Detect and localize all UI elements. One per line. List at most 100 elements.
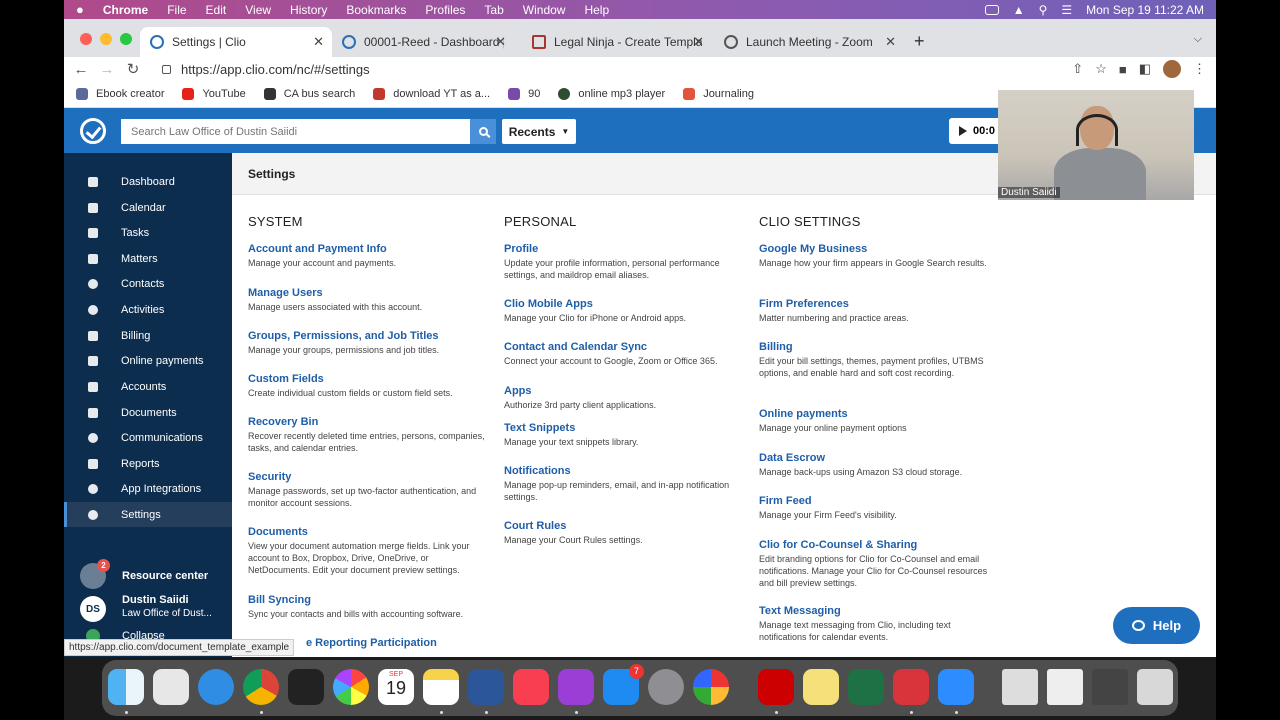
screenshot-thumbnail-icon[interactable] — [1002, 669, 1038, 705]
settings-item[interactable]: e Reporting Participation — [306, 637, 546, 650]
menu-edit[interactable]: Edit — [206, 3, 227, 17]
tab-settings-clio[interactable]: Settings | Clio ✕ — [140, 27, 332, 57]
resource-center-button[interactable]: 2 Resource center — [80, 559, 208, 589]
menu-bookmarks[interactable]: Bookmarks — [346, 3, 406, 17]
bookmark-journaling[interactable]: Journaling — [683, 88, 754, 100]
bookmark-ca-bus-search[interactable]: CA bus search — [263, 88, 355, 100]
settings-link[interactable]: Manage Users — [248, 287, 488, 300]
app-store-icon[interactable]: 7 — [603, 664, 644, 705]
menu-file[interactable]: File — [167, 3, 186, 17]
sidepanel-icon[interactable]: ◧ — [1139, 61, 1151, 77]
settings-item[interactable]: Profile Update your profile information, … — [504, 243, 744, 281]
settings-item[interactable]: Clio Mobile Apps Manage your Clio for iPh… — [504, 298, 744, 324]
menu-app-name[interactable]: Chrome — [103, 3, 148, 17]
settings-link[interactable]: Clio Mobile Apps — [504, 298, 744, 311]
settings-item[interactable]: Text Messaging Manage text messaging from… — [759, 605, 999, 643]
tab-legal-ninja[interactable]: Legal Ninja - Create Template ✕ — [522, 27, 712, 57]
new-tab-icon[interactable]: + — [914, 31, 925, 52]
settings-item[interactable]: Clio for Co-Counsel & Sharing Edit brandi… — [759, 539, 999, 589]
settings-item[interactable]: Manage Users Manage users associated with… — [248, 287, 488, 313]
sidebar-item-app-integrations[interactable]: App Integrations — [64, 476, 232, 501]
bookmark-star-icon[interactable]: ☆ — [1095, 61, 1107, 77]
sidebar-item-communications[interactable]: Communications — [64, 425, 232, 450]
sidebar-item-documents[interactable]: Documents — [64, 400, 232, 425]
zoom-window-button[interactable] — [120, 33, 132, 45]
settings-link[interactable]: Firm Feed — [759, 495, 999, 508]
settings-link[interactable]: Clio for Co-Counsel & Sharing — [759, 539, 999, 552]
word-icon[interactable] — [468, 669, 504, 705]
menu-profiles[interactable]: Profiles — [425, 3, 465, 17]
settings-item[interactable]: Contact and Calendar Sync Connect your ac… — [504, 341, 744, 367]
settings-item[interactable]: Google My Business Manage how your firm a… — [759, 243, 999, 269]
menubar-clock[interactable]: Mon Sep 19 11:22 AM — [1086, 3, 1204, 17]
settings-link[interactable]: Recovery Bin — [248, 416, 488, 429]
bookmark-ebook-creator[interactable]: Ebook creator — [76, 88, 164, 100]
safari-icon[interactable] — [198, 669, 234, 705]
settings-item[interactable]: Apps Authorize 3rd party client applicati… — [504, 385, 744, 411]
recents-dropdown[interactable]: Recents ▼ — [502, 119, 576, 144]
settings-item[interactable]: Billing Edit your bill settings, themes, … — [759, 341, 999, 379]
settings-link[interactable]: Online payments — [759, 408, 999, 421]
settings-link[interactable]: Custom Fields — [248, 373, 488, 386]
settings-item[interactable]: Firm Preferences Matter numbering and pra… — [759, 298, 999, 324]
settings-link[interactable]: Text Messaging — [759, 605, 999, 618]
bookmark-mp3-player[interactable]: online mp3 player — [558, 88, 665, 100]
menu-history[interactable]: History — [290, 3, 327, 17]
document-thumbnail-icon[interactable] — [1047, 669, 1083, 705]
settings-link[interactable]: Contact and Calendar Sync — [504, 341, 744, 354]
podcasts-icon[interactable] — [558, 669, 594, 705]
settings-link[interactable]: Security — [248, 471, 488, 484]
menu-tab[interactable]: Tab — [484, 3, 503, 17]
control-center-icon[interactable]: ☰ — [1061, 3, 1072, 17]
window-thumbnail-icon[interactable] — [1092, 669, 1128, 705]
settings-link[interactable]: Account and Payment Info — [248, 243, 488, 256]
sidebar-item-tasks[interactable]: Tasks — [64, 220, 232, 245]
pinwheel-icon[interactable] — [693, 669, 729, 705]
address-bar[interactable]: https://app.clio.com/nc/#/settings — [154, 57, 1084, 81]
settings-link[interactable]: Text Snippets — [504, 422, 744, 435]
settings-item[interactable]: Groups, Permissions, and Job Titles Manag… — [248, 330, 488, 356]
user-menu[interactable]: DS Dustin Saiidi Law Office of Dust... — [80, 594, 212, 622]
sidebar-item-dashboard[interactable]: Dashboard — [64, 169, 232, 194]
profile-avatar[interactable] — [1163, 60, 1181, 78]
menu-view[interactable]: View — [245, 3, 271, 17]
extensions-puzzle-icon[interactable]: ■ — [1119, 62, 1127, 77]
settings-link[interactable]: Profile — [504, 243, 744, 256]
sidebar-item-calendar[interactable]: Calendar — [64, 195, 232, 220]
terminal-icon[interactable] — [288, 669, 324, 705]
trash-icon[interactable] — [1137, 669, 1173, 705]
settings-item[interactable]: Bill Syncing Sync your contacts and bills… — [248, 594, 488, 620]
settings-item[interactable]: Text Snippets Manage your text snippets l… — [504, 422, 744, 448]
tab-zoom-meeting[interactable]: Launch Meeting - Zoom ✕ — [714, 27, 904, 57]
close-tab-icon[interactable]: ✕ — [495, 34, 506, 50]
stickies-icon[interactable] — [803, 669, 839, 705]
global-search-input[interactable] — [121, 119, 470, 144]
settings-item[interactable]: Online payments Manage your online paymen… — [759, 408, 999, 434]
bookmark-download-yt[interactable]: download YT as a... — [373, 88, 490, 100]
chrome-icon[interactable] — [243, 669, 279, 705]
settings-link[interactable]: Google My Business — [759, 243, 999, 256]
parallels-icon[interactable] — [893, 669, 929, 705]
photos-icon[interactable] — [333, 669, 369, 705]
settings-item[interactable]: Security Manage passwords, set up two-fac… — [248, 471, 488, 509]
search-button[interactable] — [470, 119, 496, 144]
sidebar-item-settings[interactable]: Settings — [64, 502, 232, 527]
settings-link[interactable]: Apps — [504, 385, 744, 398]
close-tab-icon[interactable]: ✕ — [885, 34, 896, 50]
apple-icon[interactable]: ● — [76, 2, 84, 17]
settings-link[interactable]: Notifications — [504, 465, 744, 478]
settings-item[interactable]: Court Rules Manage your Court Rules setti… — [504, 520, 744, 546]
menu-help[interactable]: Help — [584, 3, 609, 17]
launchpad-icon[interactable] — [153, 669, 189, 705]
bookmark-youtube[interactable]: YouTube — [182, 88, 246, 100]
wifi-icon[interactable]: ▲ — [1013, 3, 1025, 17]
calendar-app-icon[interactable]: SEP 19 — [378, 669, 414, 705]
help-button[interactable]: Help — [1113, 607, 1200, 644]
acrobat-icon[interactable] — [758, 669, 794, 705]
bookmark-90[interactable]: 90 — [508, 88, 540, 100]
sidebar-item-online-payments[interactable]: Online payments — [64, 348, 232, 373]
sidebar-item-billing[interactable]: Billing — [64, 323, 232, 348]
sidebar-item-activities[interactable]: Activities — [64, 297, 232, 322]
tab-search-chevron-icon[interactable]: ⌵ — [1194, 33, 1202, 46]
settings-link[interactable]: Court Rules — [504, 520, 744, 533]
